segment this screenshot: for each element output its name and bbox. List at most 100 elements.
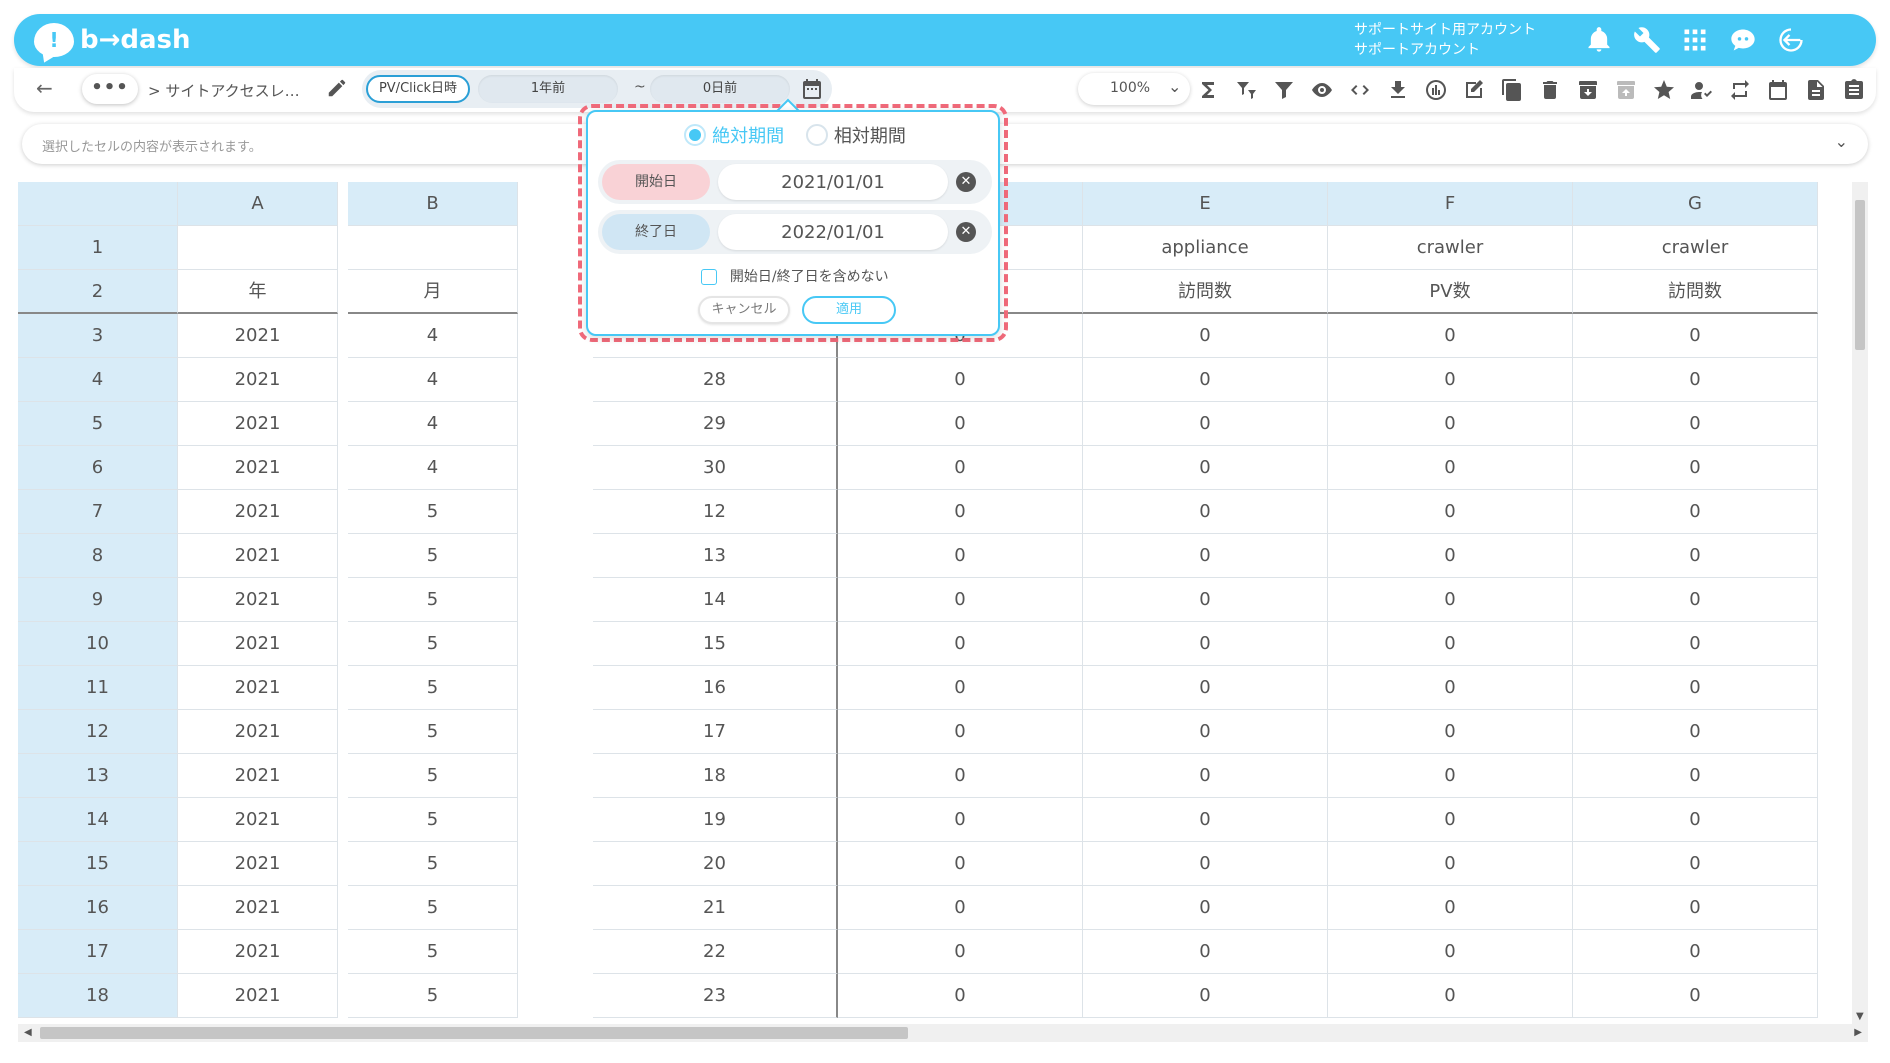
table-cell[interactable]: 5 — [348, 886, 518, 930]
user-check-icon[interactable] — [1688, 76, 1716, 104]
filter-icon[interactable] — [1270, 76, 1298, 104]
exclude-endpoints-option[interactable]: 開始日/終了日を含めない — [588, 266, 1002, 286]
table-cell[interactable]: 0 — [838, 490, 1083, 534]
table-cell[interactable]: 5 — [348, 534, 518, 578]
table-cell[interactable]: 0 — [1573, 842, 1818, 886]
archive-icon[interactable] — [1574, 76, 1602, 104]
end-date-input[interactable] — [718, 214, 948, 250]
table-cell[interactable]: 5 — [348, 754, 518, 798]
row-header[interactable]: 2 — [18, 270, 178, 314]
table-cell[interactable]: 21 — [593, 886, 838, 930]
table-cell[interactable]: 0 — [1328, 358, 1573, 402]
table-cell[interactable]: 0 — [1083, 754, 1328, 798]
table-cell[interactable]: 0 — [1328, 666, 1573, 710]
chart-icon[interactable] — [1422, 76, 1450, 104]
table-cell[interactable]: 0 — [1083, 358, 1328, 402]
row-header[interactable]: 10 — [18, 622, 178, 666]
table-cell[interactable]: 30 — [593, 446, 838, 490]
table-cell[interactable]: 2021 — [178, 666, 338, 710]
table-cell[interactable]: 5 — [348, 974, 518, 1018]
row-header[interactable]: 9 — [18, 578, 178, 622]
table-cell[interactable]: 0 — [1328, 534, 1573, 578]
table-cell[interactable]: 0 — [1328, 798, 1573, 842]
table-cell[interactable]: 0 — [1083, 446, 1328, 490]
table-cell[interactable]: 12 — [593, 490, 838, 534]
table-cell[interactable]: 20 — [593, 842, 838, 886]
row-header[interactable]: 15 — [18, 842, 178, 886]
table-cell[interactable]: 0 — [838, 754, 1083, 798]
table-cell[interactable]: 0 — [1083, 798, 1328, 842]
table-cell[interactable]: 0 — [1573, 358, 1818, 402]
apply-button[interactable]: 適用 — [802, 296, 896, 324]
table-cell[interactable]: 28 — [593, 358, 838, 402]
table-cell[interactable]: 0 — [1573, 578, 1818, 622]
table-cell[interactable]: 0 — [1328, 402, 1573, 446]
row-header[interactable]: 13 — [18, 754, 178, 798]
document-icon[interactable] — [1802, 76, 1830, 104]
table-cell[interactable]: 29 — [593, 402, 838, 446]
table-cell[interactable]: 4 — [348, 314, 518, 358]
table-cell[interactable]: 19 — [593, 798, 838, 842]
table-cell[interactable]: 2021 — [178, 314, 338, 358]
row-header[interactable]: 4 — [18, 358, 178, 402]
row-header[interactable]: 7 — [18, 490, 178, 534]
calendar-icon[interactable] — [800, 77, 824, 101]
table-cell[interactable]: 5 — [348, 666, 518, 710]
period-to-field[interactable]: 0日前 — [650, 75, 790, 103]
table-cell[interactable]: 0 — [1083, 710, 1328, 754]
field-name-cell[interactable]: 月 — [348, 270, 518, 314]
logout-icon[interactable] — [1774, 23, 1808, 57]
table-cell[interactable]: 0 — [838, 446, 1083, 490]
table-cell[interactable]: 4 — [348, 446, 518, 490]
table-cell[interactable]: 0 — [1083, 578, 1328, 622]
table-cell[interactable]: 16 — [593, 666, 838, 710]
category-cell[interactable]: crawler — [1573, 226, 1818, 270]
table-cell[interactable]: 2021 — [178, 754, 338, 798]
scroll-right-arrow[interactable]: ▶ — [1854, 1027, 1862, 1038]
table-cell[interactable]: 0 — [1573, 314, 1818, 358]
back-button[interactable]: ← — [36, 76, 53, 100]
table-cell[interactable]: 0 — [1573, 710, 1818, 754]
row-header[interactable]: 18 — [18, 974, 178, 1018]
table-cell[interactable]: 15 — [593, 622, 838, 666]
clipboard-icon[interactable] — [1840, 76, 1868, 104]
radio-dot-absolute[interactable] — [684, 124, 707, 146]
table-cell[interactable]: 23 — [593, 974, 838, 1018]
table-cell[interactable]: 0 — [1083, 490, 1328, 534]
logo[interactable]: ! b→dash — [34, 22, 191, 58]
table-cell[interactable]: 0 — [838, 622, 1083, 666]
table-cell[interactable]: 0 — [1573, 446, 1818, 490]
table-cell[interactable]: 0 — [838, 886, 1083, 930]
table-cell[interactable]: 0 — [1328, 578, 1573, 622]
table-cell[interactable]: 0 — [1573, 930, 1818, 974]
table-cell[interactable]: 17 — [593, 710, 838, 754]
column-header[interactable]: A — [178, 182, 338, 226]
row-header[interactable]: 3 — [18, 314, 178, 358]
table-cell[interactable]: 14 — [593, 578, 838, 622]
category-cell[interactable] — [348, 226, 518, 270]
horizontal-scrollbar[interactable]: ◀ ▶ — [18, 1024, 1868, 1042]
download-icon[interactable] — [1384, 76, 1412, 104]
row-header[interactable]: 1 — [18, 226, 178, 270]
zoom-select[interactable]: 100% ⌄ — [1078, 73, 1190, 105]
code-icon[interactable] — [1346, 76, 1374, 104]
table-cell[interactable]: 2021 — [178, 974, 338, 1018]
table-cell[interactable]: 2021 — [178, 446, 338, 490]
period-from-field[interactable]: 1年前 — [478, 75, 618, 103]
wrench-icon[interactable] — [1630, 23, 1664, 57]
category-cell[interactable] — [178, 226, 338, 270]
table-cell[interactable]: 4 — [348, 402, 518, 446]
table-cell[interactable]: 0 — [1328, 710, 1573, 754]
table-cell[interactable]: 5 — [348, 622, 518, 666]
table-cell[interactable]: 0 — [1328, 930, 1573, 974]
copy-icon[interactable] — [1498, 76, 1526, 104]
table-cell[interactable]: 0 — [1573, 666, 1818, 710]
table-cell[interactable]: 0 — [1573, 886, 1818, 930]
table-cell[interactable]: 0 — [838, 842, 1083, 886]
table-cell[interactable]: 2021 — [178, 490, 338, 534]
field-name-cell[interactable]: 訪問数 — [1573, 270, 1818, 314]
table-cell[interactable]: 0 — [838, 358, 1083, 402]
table-cell[interactable]: 2021 — [178, 534, 338, 578]
table-cell[interactable]: 0 — [1328, 314, 1573, 358]
table-cell[interactable]: 0 — [1573, 490, 1818, 534]
